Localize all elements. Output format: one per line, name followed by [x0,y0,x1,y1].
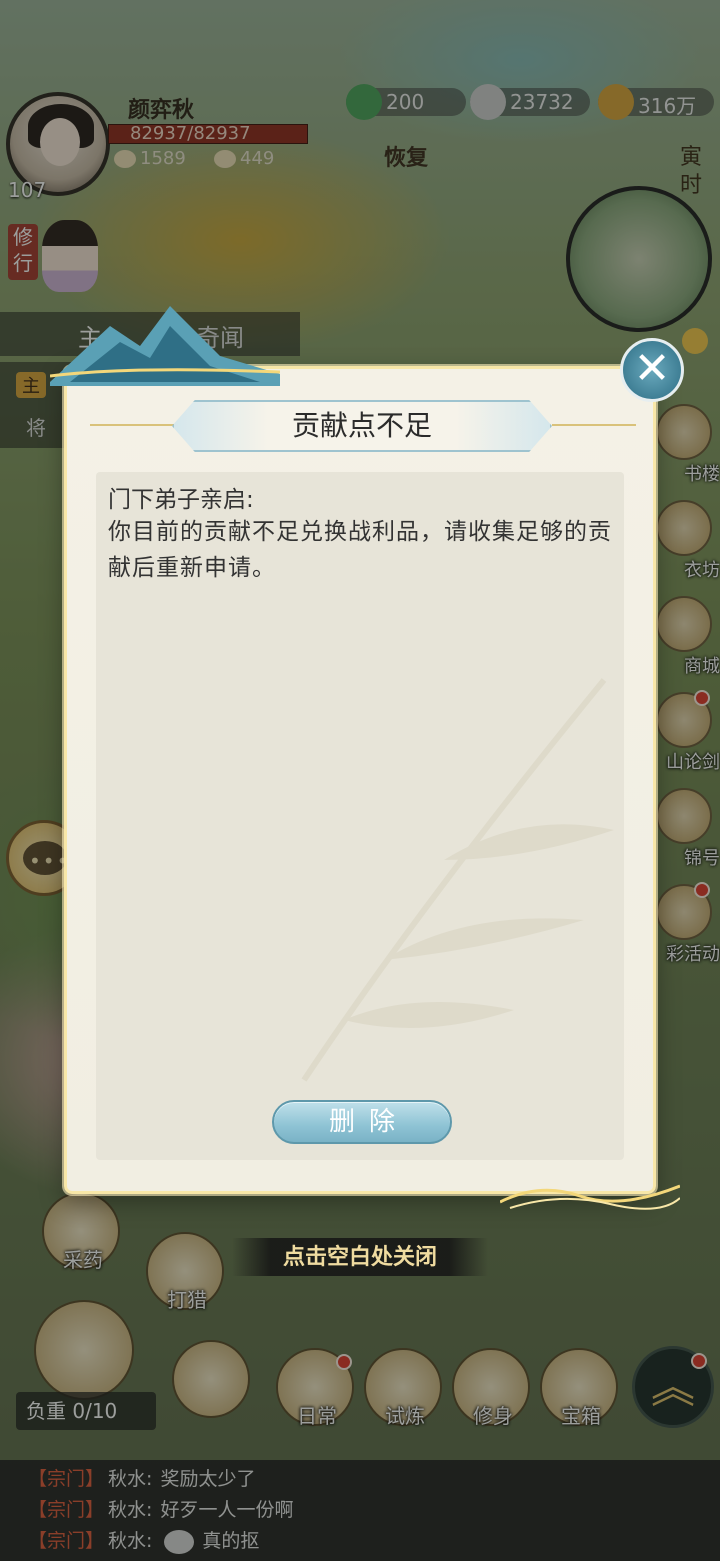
close-hint: 点击空白处关闭 [232,1238,488,1276]
wave-ornament-icon [500,1184,680,1210]
message-body: 你目前的贡献不足兑换战利品，请收集足够的贡献后重新申请。 [108,519,612,581]
title-divider-right [552,424,636,426]
close-icon[interactable]: ✕ [620,338,684,402]
mountain-ornament-icon [50,306,280,386]
game-scene[interactable]: 107 颜弈秋 82937/82937 1589 449 200 23732 3… [0,0,720,1561]
bamboo-watermark-icon [301,678,614,1082]
message-content: 门下弟子亲启: 你目前的贡献不足兑换战利品，请收集足够的贡献后重新申请。 [96,472,624,1160]
dialog-title: 贡献点不足 [291,409,432,442]
delete-button[interactable]: 删除 [272,1100,452,1144]
message-heading: 门下弟子亲启: [108,487,254,513]
title-divider-left [90,424,174,426]
